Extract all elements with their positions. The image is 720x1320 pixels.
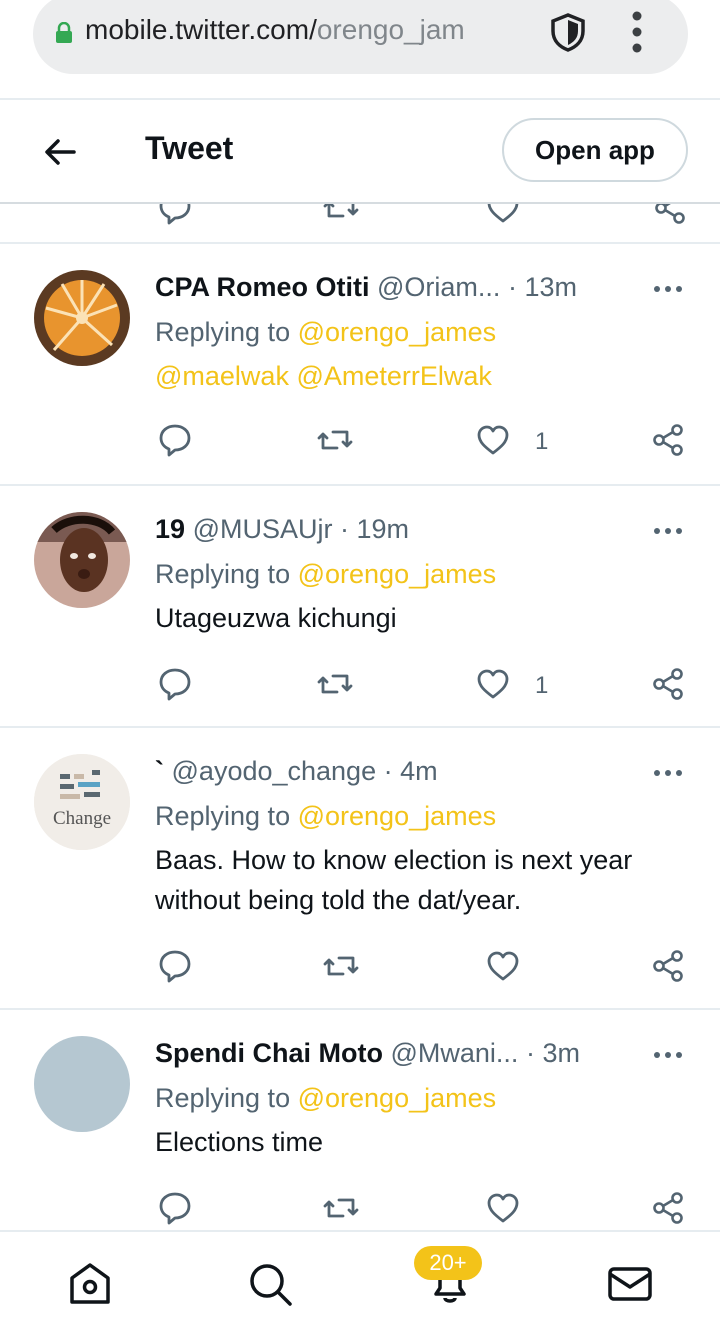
url-path: orengo_jam (316, 14, 465, 45)
bottom-navigation: 20+ (0, 1230, 720, 1320)
tweet-text-line: Baas. How to know election is next year (155, 845, 633, 875)
replying-prefix: Replying to (155, 801, 291, 831)
avatar[interactable] (34, 512, 130, 608)
reply-icon[interactable] (157, 1190, 193, 1226)
handle[interactable]: @ayodo_change (172, 756, 377, 786)
replying-prefix: Replying to (155, 317, 291, 347)
page-title: Tweet (145, 130, 234, 166)
replying-to: Replying to @orengo_james (155, 317, 496, 348)
more-icon[interactable] (652, 526, 684, 536)
handle[interactable]: @MUSAUjr (193, 514, 333, 544)
reply-icon[interactable] (157, 204, 193, 226)
tweet-header-line: ` @ayodo_change · 4m (155, 756, 438, 787)
handle[interactable]: @Oriam... (377, 272, 500, 302)
home-icon[interactable] (66, 1260, 114, 1308)
display-name[interactable]: Spendi Chai Moto (155, 1038, 383, 1068)
separator-dot: · (507, 272, 525, 302)
replying-to: Replying to @orengo_james (155, 559, 496, 590)
display-name[interactable]: CPA Romeo Otiti (155, 272, 370, 302)
tweet-text: Elections time (155, 1127, 324, 1157)
share-icon[interactable] (650, 666, 686, 702)
tweet-item[interactable]: 19 @MUSAUjr · 19m Replying to @orengo_ja… (0, 486, 720, 728)
retweet-icon[interactable] (323, 948, 359, 984)
tweet-text: Utageuzwa kichungi (155, 603, 397, 633)
url-host: mobile.twitter.com/ (85, 14, 317, 45)
like-icon[interactable] (485, 204, 521, 226)
reply-icon[interactable] (157, 948, 193, 984)
timestamp[interactable]: 4m (400, 756, 438, 786)
like-count: 1 (535, 672, 549, 699)
mention-link[interactable]: @maelwak @AmeterrElwak (155, 361, 492, 392)
display-name[interactable]: ` (155, 756, 164, 786)
share-icon[interactable] (650, 422, 686, 458)
replying-to: Replying to @orengo_james (155, 1083, 496, 1114)
tweet-header-line: 19 @MUSAUjr · 19m (155, 514, 409, 545)
tweet-item[interactable]: CPA Romeo Otiti @Oriam... · 13m Replying… (0, 244, 720, 486)
reply-icon[interactable] (157, 666, 193, 702)
mention-link[interactable]: @orengo_james (298, 801, 497, 831)
replying-prefix: Replying to (155, 559, 291, 589)
more-icon[interactable] (652, 768, 684, 778)
notifications-badge: 20+ (414, 1246, 482, 1280)
open-app-button[interactable]: Open app (502, 118, 688, 182)
back-arrow-icon[interactable] (40, 132, 80, 172)
share-icon[interactable] (652, 204, 688, 226)
replying-prefix: Replying to (155, 1083, 291, 1113)
like-icon[interactable] (485, 1190, 521, 1226)
mention-link[interactable]: @orengo_james (298, 317, 497, 347)
retweet-icon[interactable] (323, 204, 359, 226)
timestamp[interactable]: 19m (356, 514, 409, 544)
tweet-header-line: CPA Romeo Otiti @Oriam... · 13m (155, 272, 577, 303)
replying-to: Replying to @orengo_james (155, 801, 496, 832)
timestamp[interactable]: 13m (524, 272, 577, 302)
reply-icon[interactable] (157, 422, 193, 458)
tweet-header-line: Spendi Chai Moto @Mwani... · 3m (155, 1038, 580, 1069)
like-icon[interactable] (475, 422, 511, 458)
tweet-text: Baas. How to know election is next year … (155, 840, 632, 920)
tweet-text-line: without being told the dat/year. (155, 885, 522, 915)
previous-tweet-actions (0, 204, 720, 244)
lock-icon (56, 22, 72, 43)
like-icon[interactable] (485, 948, 521, 984)
display-name[interactable]: 19 (155, 514, 185, 544)
separator-dot: · (376, 756, 401, 786)
retweet-icon[interactable] (323, 1190, 359, 1226)
search-icon[interactable] (246, 1260, 294, 1308)
share-icon[interactable] (650, 1190, 686, 1226)
tweet-item[interactable]: Change ` @ayodo_change · 4m Replying to … (0, 728, 720, 1010)
more-icon[interactable] (652, 1050, 684, 1060)
url-text[interactable]: mobile.twitter.com/orengo_jam (85, 14, 555, 46)
tweet-header: Tweet Open app (0, 100, 720, 204)
avatar[interactable] (34, 1036, 130, 1132)
retweet-icon[interactable] (317, 666, 353, 702)
avatar[interactable] (34, 270, 130, 366)
browser-toolbar: mobile.twitter.com/orengo_jam (0, 0, 720, 100)
retweet-icon[interactable] (317, 422, 353, 458)
kebab-menu-icon[interactable] (631, 10, 643, 54)
separator-dot: · (525, 1038, 543, 1068)
messages-icon[interactable] (606, 1260, 654, 1308)
timestamp[interactable]: 3m (542, 1038, 580, 1068)
like-count: 1 (535, 428, 549, 455)
mention-link[interactable]: @orengo_james (298, 559, 497, 589)
url-bar[interactable]: mobile.twitter.com/orengo_jam (33, 0, 688, 74)
separator-dot: · (332, 514, 357, 544)
share-icon[interactable] (650, 948, 686, 984)
like-icon[interactable] (475, 666, 511, 702)
mention-link[interactable]: @orengo_james (298, 1083, 497, 1113)
tweet-item[interactable]: Spendi Chai Moto @Mwani... · 3m Replying… (0, 1010, 720, 1232)
avatar-label: Change (52, 808, 112, 829)
shield-icon[interactable] (549, 12, 587, 52)
more-icon[interactable] (652, 284, 684, 294)
avatar[interactable]: Change (34, 754, 130, 850)
handle[interactable]: @Mwani... (391, 1038, 519, 1068)
